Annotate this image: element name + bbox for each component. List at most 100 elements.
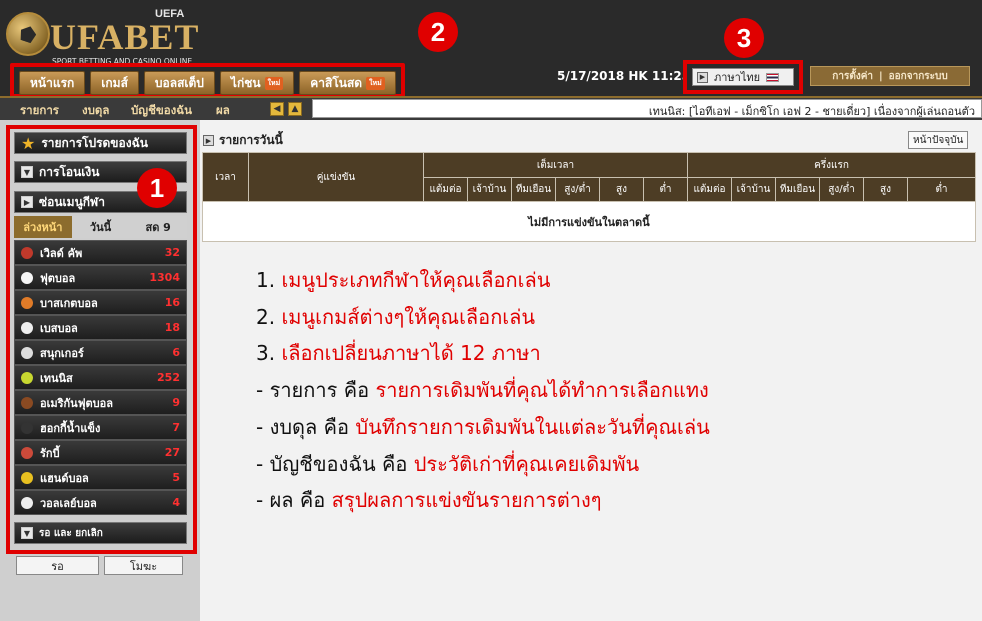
note-key: - งบดุล คือ bbox=[256, 414, 356, 439]
today-section-title[interactable]: ▶ รายการวันนี้ bbox=[203, 131, 283, 150]
sub-navigation: รายการ งบดุล บัญชีของฉัน ผล ◀ ▲ เทนนิส: … bbox=[0, 96, 982, 120]
language-highlight: ▶ ภาษาไทย bbox=[683, 60, 803, 94]
logout-link[interactable]: ออกจากระบบ bbox=[889, 69, 948, 84]
note-line: 2. เมนูเกมส์ต่างๆให้คุณเลือกเล่น bbox=[256, 299, 710, 336]
dropdown-icon: ▼ bbox=[21, 527, 33, 539]
today-label: รายการวันนี้ bbox=[219, 133, 283, 147]
sport-item[interactable]: เวิลด์ คัพ 32 bbox=[14, 240, 187, 265]
sport-label: บาสเกตบอล bbox=[40, 296, 98, 310]
col-fh-away: ทีมเยือน bbox=[775, 177, 820, 202]
col-fh-under: ต่ำ bbox=[907, 177, 976, 202]
callout-marker-1: 1 bbox=[137, 168, 177, 208]
sport-ball-icon bbox=[21, 246, 33, 259]
new-badge: ใหม่ bbox=[264, 76, 284, 90]
sport-period-tabs: ล่วงหน้า วันนี้ สด 9 bbox=[14, 216, 187, 238]
nav-statement[interactable]: งบดุล bbox=[82, 102, 109, 120]
sport-item[interactable]: อเมริกันฟุตบอล 9 bbox=[14, 390, 187, 415]
note-value: บันทึกรายการเดิมพันในแต่ละวันที่คุณเล่น bbox=[355, 414, 710, 439]
note-value: เมนูเกมส์ต่างๆให้คุณเลือกเล่น bbox=[281, 304, 536, 329]
tab-cockfight[interactable]: ไก่ชน ใหม่ bbox=[219, 71, 295, 95]
language-selector[interactable]: ▶ ภาษาไทย bbox=[692, 68, 794, 86]
sport-item[interactable]: ฮอกกี้น้ำแข็ง 7 bbox=[14, 415, 187, 440]
sport-count: 1304 bbox=[149, 271, 180, 284]
tab-early[interactable]: ล่วงหน้า bbox=[14, 216, 72, 238]
tab-parlay[interactable]: บอลสเต็ป bbox=[143, 71, 215, 95]
note-key: - ผล คือ bbox=[256, 488, 332, 513]
main-tabs: หน้าแรก เกมส์ บอลสเต็ป ไก่ชน ใหม่ คาสิโนส… bbox=[10, 63, 405, 98]
waiting-button[interactable]: รอ bbox=[16, 556, 99, 575]
tab-label: เกมส์ bbox=[101, 75, 128, 90]
note-line: - งบดุล คือ บันทึกรายการเดิมพันในแต่ละวั… bbox=[256, 409, 710, 446]
language-label: ภาษาไทย bbox=[714, 71, 761, 84]
sport-count: 6 bbox=[172, 346, 180, 359]
current-page-button[interactable]: หน้าปัจจุบัน bbox=[908, 131, 969, 149]
tab-today[interactable]: วันนี้ bbox=[72, 216, 130, 238]
arrow-up-icon[interactable]: ▲ bbox=[288, 102, 302, 116]
tab-live[interactable]: สด 9 bbox=[129, 216, 187, 238]
note-key: 2. bbox=[256, 304, 282, 329]
sport-ball-icon bbox=[21, 471, 33, 484]
sport-count: 32 bbox=[164, 246, 180, 259]
sport-item[interactable]: เทนนิส 252 bbox=[14, 365, 187, 390]
tab-live-casino[interactable]: คาสิโนสด ใหม่ bbox=[299, 71, 396, 95]
sport-ball-icon bbox=[21, 296, 33, 309]
sport-item[interactable]: วอลเลย์บอล 4 bbox=[14, 490, 187, 515]
odds-table: เวลา คู่แข่งขัน เต็มเวลา ครึ่งแรก แต้มต่… bbox=[202, 152, 976, 242]
sport-label: รักบี้ bbox=[40, 446, 60, 460]
sport-item[interactable]: เบสบอล 18 bbox=[14, 315, 187, 340]
sport-item[interactable]: รักบี้ 27 bbox=[14, 440, 187, 465]
sport-count: 4 bbox=[172, 496, 180, 509]
col-first-half: ครึ่งแรก bbox=[687, 152, 976, 178]
col-ft-over: สูง bbox=[599, 177, 644, 202]
play-icon: ▶ bbox=[21, 196, 33, 208]
ufabet-logo[interactable]: UFABET UEFA SPORT BETTING AND CASINO ONL… bbox=[4, 6, 209, 68]
col-match: คู่แข่งขัน bbox=[248, 152, 424, 202]
thai-flag-icon bbox=[766, 72, 780, 82]
sport-label: ฮอกกี้น้ำแข็ง bbox=[40, 421, 101, 435]
brand-badge: UEFA bbox=[155, 8, 185, 20]
settings-link[interactable]: การตั้งค่า bbox=[832, 69, 873, 84]
sport-item[interactable]: บาสเกตบอล 16 bbox=[14, 290, 187, 315]
new-badge: ใหม่ bbox=[366, 76, 385, 90]
note-line: - รายการ คือ รายการเดิมพันที่คุณได้ทำการ… bbox=[256, 372, 710, 409]
tab-home[interactable]: หน้าแรก bbox=[19, 71, 86, 95]
col-ft-under: ต่ำ bbox=[643, 177, 688, 202]
favorites-header[interactable]: ★ รายการโปรดของฉัน bbox=[14, 132, 187, 154]
note-value: สรุปผลการแข่งขันรายการต่างๆ bbox=[331, 488, 602, 513]
transfer-label: การโอนเงิน bbox=[39, 164, 100, 179]
nav-bets-list[interactable]: รายการ bbox=[20, 102, 59, 120]
sport-item[interactable]: ฟุตบอล 1304 bbox=[14, 265, 187, 290]
tab-games[interactable]: เกมส์ bbox=[90, 71, 139, 95]
sport-label: อเมริกันฟุตบอล bbox=[40, 396, 113, 410]
waiting-cancelled-header[interactable]: ▼ รอ และ ยกเลิก bbox=[14, 522, 187, 544]
sport-count: 9 bbox=[172, 396, 180, 409]
soccer-ball-icon bbox=[6, 12, 50, 56]
void-button[interactable]: โมฆะ bbox=[104, 556, 183, 575]
sport-label: เบสบอล bbox=[40, 321, 78, 335]
note-line: - บัญชีของฉัน คือ ประวัติเก่าที่คุณเคยเด… bbox=[256, 446, 710, 483]
sport-label: เวิลด์ คัพ bbox=[40, 246, 83, 260]
sport-count: 7 bbox=[172, 421, 180, 434]
note-key: - รายการ คือ bbox=[256, 378, 376, 403]
sport-count: 5 bbox=[172, 471, 180, 484]
sport-item[interactable]: สนุกเกอร์ 6 bbox=[14, 340, 187, 365]
tab-label: บอลสเต็ป bbox=[154, 75, 204, 90]
sport-count: 16 bbox=[164, 296, 180, 309]
col-fh-handicap: แต้มต่อ bbox=[687, 177, 732, 202]
sport-count: 27 bbox=[164, 446, 180, 459]
callout-marker-3: 3 bbox=[724, 18, 764, 58]
nav-results[interactable]: ผล bbox=[216, 102, 230, 120]
star-icon: ★ bbox=[21, 133, 36, 153]
note-key: 1. bbox=[256, 268, 282, 292]
play-icon: ▶ bbox=[697, 71, 708, 83]
col-ft-away: ทีมเยือน bbox=[511, 177, 556, 202]
arrow-left-icon[interactable]: ◀ bbox=[270, 102, 284, 116]
note-key: - บัญชีของฉัน คือ bbox=[256, 451, 414, 476]
col-time: เวลา bbox=[202, 152, 249, 202]
sport-count: 18 bbox=[164, 321, 180, 334]
note-value: รายการเดิมพันที่คุณได้ทำการเลือกแทง bbox=[375, 378, 709, 403]
nav-my-account[interactable]: บัญชีของฉัน bbox=[131, 102, 192, 120]
annotation-notes: 1. เมนูประเภทกีฬาให้คุณเลือกเล่น 2. เมนูเ… bbox=[256, 262, 710, 519]
hide-menu-label: ซ่อนเมนูกีฬา bbox=[39, 194, 105, 209]
sport-item[interactable]: แฮนด์บอล 5 bbox=[14, 465, 187, 490]
